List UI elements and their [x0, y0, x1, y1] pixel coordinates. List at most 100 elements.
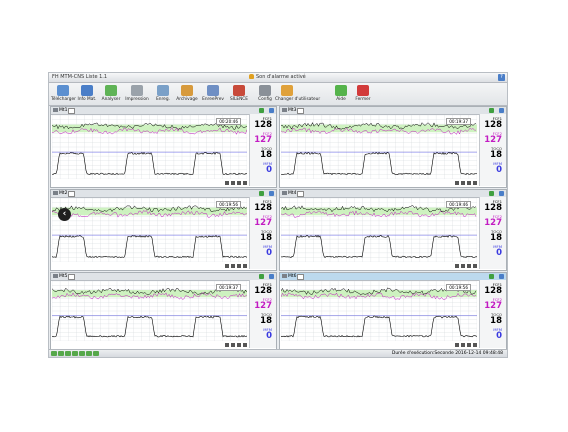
toolbar-label: Aide — [336, 97, 346, 102]
lock-icon[interactable] — [259, 274, 264, 279]
status-bed-indicator[interactable] — [93, 351, 99, 356]
toco-value: 18 — [260, 316, 272, 326]
lock-icon[interactable] — [489, 274, 494, 279]
save-icon — [157, 85, 169, 96]
help-button[interactable]: Aide — [329, 84, 353, 104]
bed-id: Mt2 — [53, 190, 68, 197]
status-bed-indicator[interactable] — [79, 351, 85, 356]
trace-chart[interactable]: 00:19:37 — [281, 115, 477, 179]
trace-chart[interactable]: 00:20:46 — [52, 115, 247, 179]
rewind-icon[interactable] — [455, 181, 459, 185]
vitals-panel: FCF1 128 FCF2 127 TOCO 18 MFM 0 — [479, 114, 506, 186]
play-icon[interactable] — [461, 181, 465, 185]
expand-icon[interactable] — [269, 191, 274, 196]
expand-icon[interactable] — [499, 274, 504, 279]
monitor-pane-5[interactable]: Mt5 00:19:37 FCF1 128 FCF2 127 TOCO 18 MFM 0 — [50, 272, 277, 350]
trace-chart[interactable]: 00:19:37 — [52, 281, 247, 341]
download-button[interactable]: Télécharger — [51, 84, 76, 104]
play-icon[interactable] — [231, 343, 235, 347]
status-bar: Durée d'exécution:Seconde 2016-12-14 09:… — [49, 349, 507, 357]
bed-id: Mt5 — [53, 273, 68, 280]
forward-icon[interactable] — [473, 181, 477, 185]
trace-chart[interactable]: 00:19:56 — [52, 198, 247, 262]
fcf2-value: 127 — [484, 301, 502, 311]
mfm-value: 0 — [496, 165, 502, 175]
monitor-pane-2[interactable]: Mt3 00:19:37 FCF1 128 FCF2 127 TOCO 18 MFM 0 — [279, 106, 507, 188]
monitor-pane-3[interactable]: Mt2 00:19:56 FCF1 128 FCF2 127 TOCO 18 MFM 0 — [50, 189, 277, 271]
expand-icon[interactable] — [499, 108, 504, 113]
mfm-value: 0 — [496, 331, 502, 341]
patient-icon[interactable] — [297, 108, 304, 114]
close-button[interactable]: Fermer — [351, 84, 375, 104]
patient-icon[interactable] — [297, 274, 304, 280]
rewind-icon[interactable] — [225, 343, 229, 347]
patient-icon[interactable] — [68, 274, 75, 280]
rewind-icon[interactable] — [225, 264, 229, 268]
monitor-pane-6[interactable]: Mt6 00:19:56 FCF1 128 FCF2 127 TOCO 18 MFM 0 — [279, 272, 507, 350]
patient-icon[interactable] — [68, 191, 75, 197]
pane-header: Mt6 — [280, 273, 506, 281]
play-icon[interactable] — [231, 264, 235, 268]
help-button[interactable]: ? — [498, 74, 505, 81]
forward-icon[interactable] — [243, 343, 247, 347]
lock-icon[interactable] — [489, 108, 494, 113]
lock-icon[interactable] — [489, 191, 494, 196]
status-bed-indicator[interactable] — [65, 351, 71, 356]
rewind-icon[interactable] — [225, 181, 229, 185]
pause-icon[interactable] — [237, 264, 241, 268]
info-button[interactable]: Info Mat. — [75, 84, 99, 104]
expand-icon[interactable] — [269, 274, 274, 279]
app-title: FH MTM-CNS Liste 1.1 — [52, 74, 108, 80]
status-bed-indicator[interactable] — [72, 351, 78, 356]
printer-icon — [131, 85, 143, 96]
pause-icon[interactable] — [237, 343, 241, 347]
play-icon[interactable] — [461, 264, 465, 268]
user-switch-icon — [281, 85, 293, 96]
trace-chart[interactable]: 00:19:56 — [281, 281, 477, 341]
silence-button[interactable]: SILENCE — [227, 84, 251, 104]
status-bed-indicator[interactable] — [51, 351, 57, 356]
save-button[interactable]: Enreg. — [151, 84, 175, 104]
patient-icon[interactable] — [68, 108, 75, 114]
pause-icon[interactable] — [467, 181, 471, 185]
printer-button[interactable]: Impression — [125, 84, 149, 104]
forward-icon[interactable] — [243, 181, 247, 185]
trace-chart[interactable]: 00:19:46 — [281, 198, 477, 262]
status-bed-indicator[interactable] — [58, 351, 64, 356]
archive-button[interactable]: Archivage — [175, 84, 199, 104]
forward-icon[interactable] — [473, 264, 477, 268]
status-text: Durée d'exécution:Seconde 2016-12-14 09:… — [391, 351, 503, 356]
lock-icon[interactable] — [259, 191, 264, 196]
pause-icon[interactable] — [237, 181, 241, 185]
monitor-pane-1[interactable]: Mt1 00:20:46 FCF1 128 FCF2 127 TOCO 18 MFM 0 — [50, 106, 277, 188]
forward-icon[interactable] — [243, 264, 247, 268]
monitor-pane-4[interactable]: Mt4 00:19:46 FCF1 128 FCF2 127 TOCO 18 MFM 0 — [279, 189, 507, 271]
vitals-panel: FCF1 128 FCF2 127 TOCO 18 MFM 0 — [479, 197, 506, 269]
status-bed-indicator[interactable] — [86, 351, 92, 356]
analyze-button[interactable]: Analyser — [99, 84, 123, 104]
bed-label: Mt5 — [59, 274, 68, 279]
previous-arrow-button[interactable]: ‹ — [58, 208, 71, 221]
toolbar-label: Config — [258, 97, 272, 102]
patient-icon[interactable] — [297, 191, 304, 197]
bed-id: Mt3 — [282, 107, 297, 114]
user-switch-button[interactable]: Changer d'utilisateur — [275, 84, 320, 104]
record-button[interactable]: EnreePrev — [201, 84, 225, 104]
fcf1-value: 128 — [484, 286, 502, 296]
gear-button[interactable]: Config — [253, 84, 277, 104]
rewind-icon[interactable] — [455, 343, 459, 347]
monitor-icon — [282, 107, 287, 112]
record-icon — [207, 85, 219, 96]
pause-icon[interactable] — [467, 264, 471, 268]
bed-label: Mt4 — [288, 191, 297, 196]
fcf1-value: 128 — [484, 120, 502, 130]
play-icon[interactable] — [461, 343, 465, 347]
pause-icon[interactable] — [467, 343, 471, 347]
close-icon — [357, 85, 369, 96]
expand-icon[interactable] — [499, 191, 504, 196]
forward-icon[interactable] — [473, 343, 477, 347]
rewind-icon[interactable] — [455, 264, 459, 268]
expand-icon[interactable] — [269, 108, 274, 113]
lock-icon[interactable] — [259, 108, 264, 113]
play-icon[interactable] — [231, 181, 235, 185]
